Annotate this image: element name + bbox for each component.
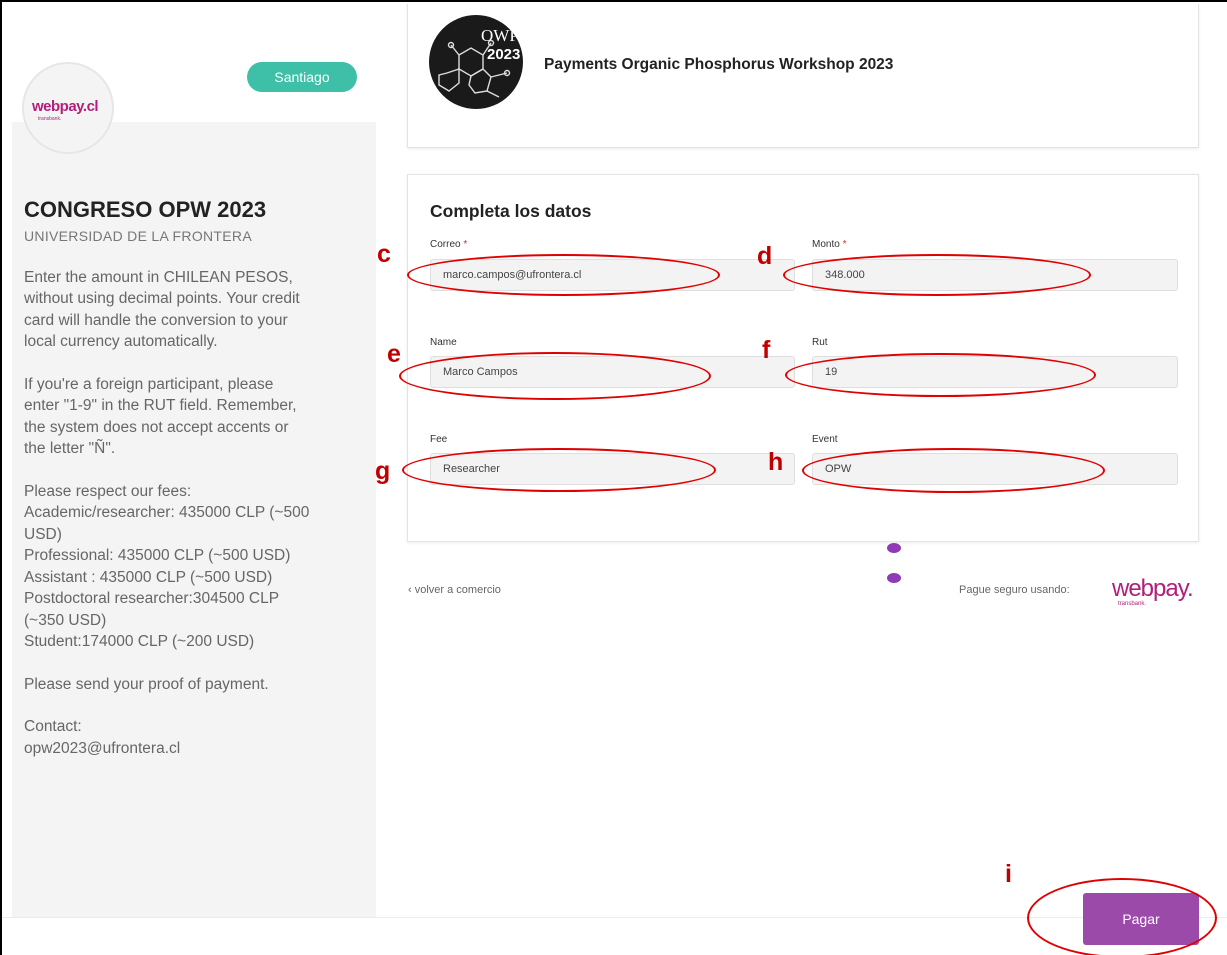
annotation-ellipse	[399, 352, 711, 400]
text-line: without using decimal points. Your credi…	[24, 290, 300, 307]
text-line: Please send your proof of payment.	[24, 675, 269, 693]
event-logo: OWP 2023	[429, 15, 523, 109]
annotation-ellipse	[407, 254, 720, 296]
text-line: USD)	[24, 525, 62, 543]
correo-label: Correo *	[430, 239, 467, 250]
annotation-label-i: i	[1005, 860, 1012, 888]
form-title: Completa los datos	[430, 201, 592, 221]
fees-paragraph: Please respect our fees: Academic/resear…	[24, 481, 364, 653]
monto-label: Monto *	[812, 239, 846, 250]
contact-email[interactable]: opw2023@ufrontera.cl	[24, 738, 364, 760]
city-badge[interactable]: Santiago	[247, 62, 357, 92]
text-line: the system does not accept accents or	[24, 418, 289, 436]
page-frame: webpay.cl transbank. Santiago CONGRESO O…	[0, 0, 1227, 955]
sidebar: webpay.cl transbank. Santiago CONGRESO O…	[12, 20, 376, 917]
proof-paragraph: Please send your proof of payment.	[24, 674, 364, 696]
annotation-ellipse	[783, 254, 1091, 296]
webpay-logo: webpay.cl transbank.	[22, 62, 114, 154]
annotation-label-e: e	[387, 340, 401, 368]
annotation-ellipse	[785, 353, 1096, 397]
fee-label: Fee	[430, 434, 448, 445]
rut-label: Rut	[812, 337, 828, 348]
text-line: Assistant : 435000 CLP (~500 USD)	[24, 568, 273, 586]
text-line: card will handle the conversion to your	[24, 311, 288, 329]
secure-payment-text: Pague seguro usando:	[959, 584, 1070, 596]
event-logo-text: OWP	[481, 26, 519, 45]
instructions-paragraph: Enter the amount in CHILEAN PESOS, witho…	[24, 267, 364, 353]
annotation-label-g: g	[375, 457, 391, 485]
transbank-brand-text: transbank.	[1118, 601, 1147, 607]
text-line: the letter "Ñ".	[24, 440, 116, 457]
loading-dot-icon	[887, 573, 901, 583]
text-line: Postdoctoral researcher:304500 CLP	[24, 590, 280, 607]
annotation-ellipse	[402, 448, 716, 492]
merchant-subtitle: UNIVERSIDAD DE LA FRONTERA	[24, 228, 252, 244]
text-line: (~350 USD)	[24, 611, 107, 629]
annotation-label-c: c	[377, 240, 391, 268]
loading-dot-icon	[887, 543, 901, 553]
text-line: Academic/researcher: 435000 CLP (~500	[24, 504, 310, 521]
merchant-title: CONGRESO OPW 2023	[24, 197, 267, 222]
page-title: Payments Organic Phosphorus Workshop 202…	[544, 56, 894, 73]
annotation-label-d: d	[757, 242, 773, 270]
molecule-icon: OWP 2023	[438, 26, 520, 98]
text-line: Please respect our fees:	[24, 482, 192, 500]
required-mark: *	[463, 239, 468, 250]
back-to-merchant-link[interactable]: ‹ volver a comercio	[408, 584, 501, 596]
event-label: Event	[812, 434, 838, 445]
transbank-logo-text: transbank.	[38, 116, 62, 122]
annotation-ellipse	[1027, 878, 1217, 955]
text-line: Contact:	[24, 718, 82, 735]
annotation-label-f: f	[762, 336, 771, 364]
text-line: Enter the amount in CHILEAN PESOS,	[24, 268, 293, 286]
correo-label-text: Correo	[430, 239, 461, 250]
event-header-card: OWP 2023 Payments Organic Phosphorus Wor…	[407, 4, 1199, 148]
annotation-ellipse	[802, 448, 1105, 493]
text-line: If you're a foreign participant, please	[24, 375, 274, 393]
text-line: Student:174000 CLP (~200 USD)	[24, 633, 255, 650]
text-line: Professional: 435000 CLP (~500 USD)	[24, 547, 291, 564]
sidebar-content: CONGRESO OPW 2023 UNIVERSIDAD DE LA FRON…	[24, 196, 364, 780]
annotation-label-h: h	[768, 448, 784, 476]
text-line: local currency automatically.	[24, 333, 218, 350]
webpay-brand-logo: webpay.	[1112, 575, 1194, 602]
event-logo-year: 2023	[487, 46, 520, 63]
monto-label-text: Monto	[812, 239, 840, 250]
required-mark: *	[842, 239, 847, 250]
text-line: enter "1-9" in the RUT field. Remember,	[24, 397, 297, 414]
foreign-participant-paragraph: If you're a foreign participant, please …	[24, 374, 364, 460]
contact-paragraph: Contact: opw2023@ufrontera.cl	[24, 716, 364, 759]
webpay-logo-text: webpay.cl	[32, 98, 99, 115]
name-label: Name	[430, 337, 457, 348]
